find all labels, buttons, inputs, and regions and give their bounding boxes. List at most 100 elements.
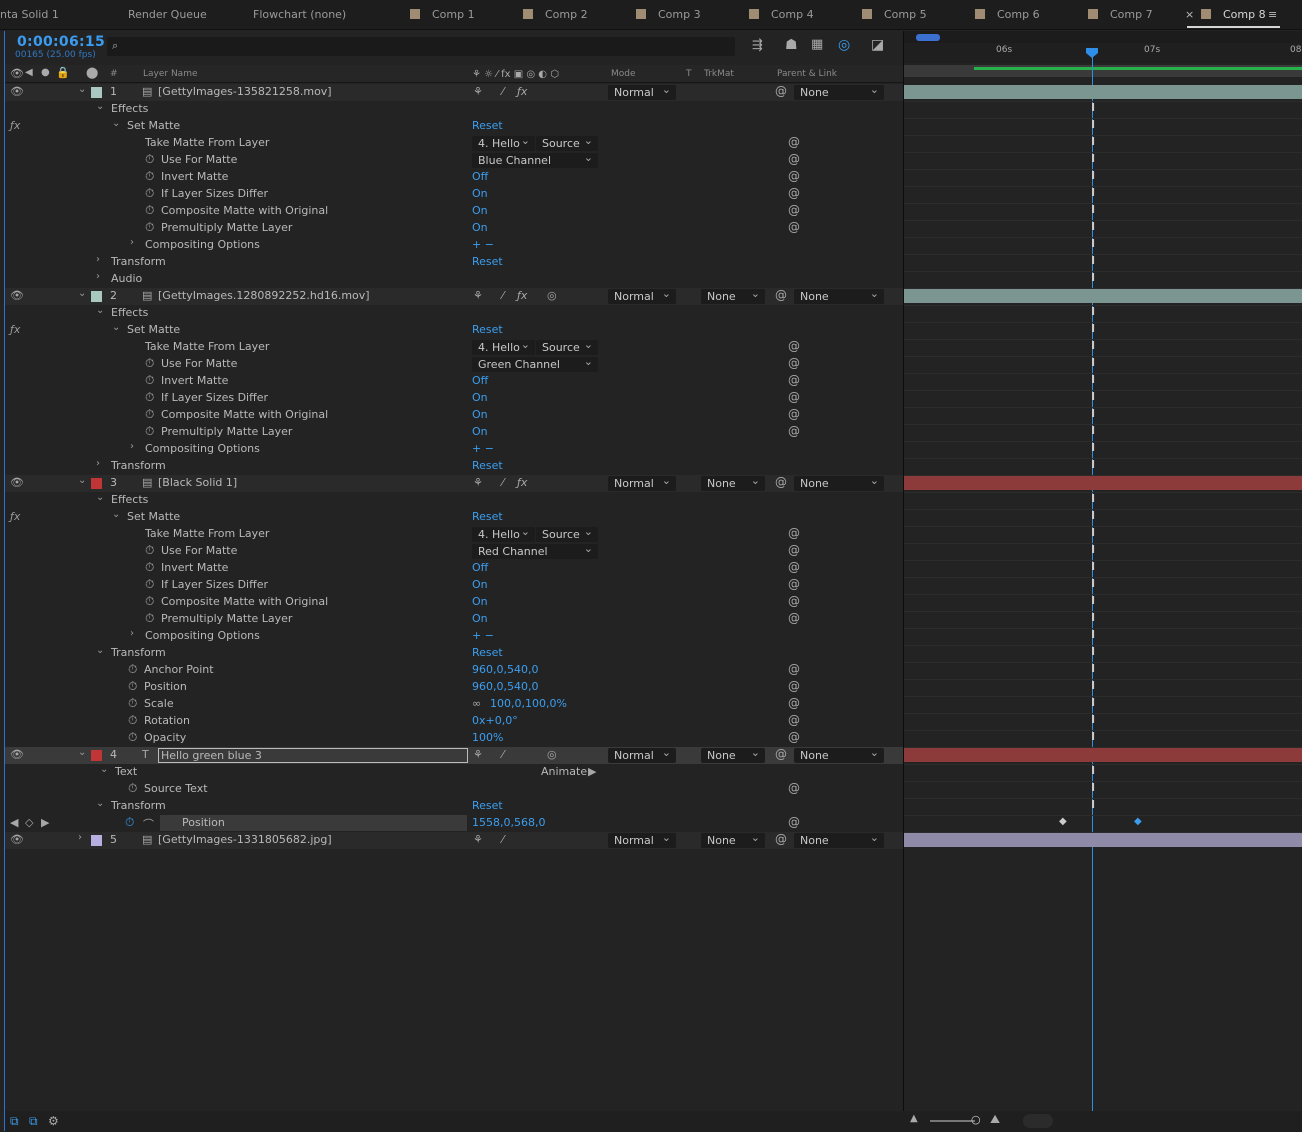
chevron-right-icon[interactable]: › <box>130 237 134 248</box>
graph-icon[interactable]: ⌒ <box>143 816 154 832</box>
frame-blend-icon[interactable]: ▦ <box>811 37 823 52</box>
effects-switch-icon[interactable]: ƒx <box>517 85 527 98</box>
time-ruler[interactable]: 06s 07s 08 <box>904 43 1302 63</box>
eye-icon[interactable]: 👁 <box>10 833 24 846</box>
fx-icon[interactable]: ƒx <box>10 119 20 132</box>
stopwatch-icon[interactable]: ⏱ <box>145 577 154 592</box>
transfer-controls-icon[interactable]: ⧉ <box>29 1114 38 1129</box>
eye-icon[interactable]: 👁 <box>10 748 24 761</box>
stopwatch-icon[interactable]: ⏱ <box>145 169 154 184</box>
chevron-down-icon[interactable]: ⌄ <box>78 84 86 95</box>
pickwhip-icon[interactable]: @ <box>788 577 800 591</box>
animate-label[interactable]: Animate: <box>541 765 591 778</box>
zoom-out-icon[interactable]: ▲ <box>910 1113 918 1124</box>
stopwatch-icon[interactable]: ⏱ <box>128 730 137 745</box>
close-icon[interactable]: × <box>1185 8 1194 21</box>
chevron-down-icon[interactable]: ⌄ <box>78 288 86 299</box>
source-dropdown[interactable]: Source <box>536 337 598 355</box>
tab-comp-4[interactable]: Comp 4 <box>749 0 814 30</box>
stopwatch-icon[interactable]: ⏱ <box>145 594 154 609</box>
nav-handle[interactable] <box>916 34 940 41</box>
layer-sizes-differ-value[interactable]: On <box>472 391 488 404</box>
layer-duration-bar[interactable] <box>904 833 1302 847</box>
pickwhip-icon[interactable]: @ <box>788 339 800 353</box>
layer-dropdown[interactable]: 4. Hello <box>472 133 535 151</box>
stopwatch-icon[interactable]: ⏱ <box>145 560 154 575</box>
quality-switch-icon[interactable]: ⁄ <box>502 748 504 761</box>
tab-comp-7[interactable]: Comp 7 <box>1088 0 1153 30</box>
prev-keyframe-icon[interactable]: ◀ <box>10 816 18 829</box>
source-dropdown[interactable]: Source <box>536 524 598 542</box>
collapse-switch-icon[interactable]: ⚘ <box>473 833 483 846</box>
layer-name[interactable]: [GettyImages-1331805682.jpg] <box>158 833 332 846</box>
pickwhip-icon[interactable]: @ <box>788 662 800 676</box>
pickwhip-icon[interactable]: @ <box>788 407 800 421</box>
label-color-swatch[interactable] <box>91 750 102 761</box>
trkmat-dropdown[interactable]: None <box>701 745 765 763</box>
pickwhip-icon[interactable]: @ <box>788 203 800 217</box>
layer-name[interactable]: [GettyImages-135821258.mov] <box>158 85 332 98</box>
stopwatch-active-icon[interactable]: ⏱ <box>125 815 134 830</box>
stopwatch-icon[interactable]: ⏱ <box>145 373 154 388</box>
parent-pickwhip-icon[interactable]: @ <box>775 84 787 98</box>
pickwhip-icon[interactable]: @ <box>788 186 800 200</box>
stopwatch-icon[interactable]: ⏱ <box>145 203 154 218</box>
parent-dropdown[interactable]: None <box>794 473 884 491</box>
stopwatch-icon[interactable]: ⏱ <box>145 611 154 626</box>
composite-matte-value[interactable]: On <box>472 204 488 217</box>
pickwhip-icon[interactable]: @ <box>788 356 800 370</box>
tab-comp-6[interactable]: Comp 6 <box>975 0 1040 30</box>
tab-render-queue[interactable]: Render Queue <box>128 0 207 30</box>
scale-value[interactable]: 100,0,100,0% <box>490 697 567 710</box>
keyframe-diamond-selected[interactable]: ◆ <box>1134 816 1142 827</box>
collapse-switch-icon[interactable]: ⚘ <box>473 85 483 98</box>
source-dropdown[interactable]: Source <box>536 133 598 151</box>
shy-icon[interactable]: ☗ <box>785 37 798 53</box>
chevron-right-icon[interactable]: › <box>96 458 100 469</box>
render-time-icon[interactable]: ⚙ <box>48 1114 59 1128</box>
premultiply-matte-value[interactable]: On <box>472 612 488 625</box>
trkmat-dropdown[interactable]: None <box>701 473 765 491</box>
tab-comp-2[interactable]: Comp 2 <box>523 0 588 30</box>
collapse-switch-icon[interactable]: ⚘ <box>473 748 483 761</box>
anchor-point-value[interactable]: 960,0,540,0 <box>472 663 538 676</box>
mode-dropdown[interactable]: Normal <box>608 745 676 763</box>
layer-dropdown[interactable]: 4. Hello <box>472 337 535 355</box>
tab-comp-3[interactable]: Comp 3 <box>636 0 701 30</box>
chevron-right-icon[interactable]: › <box>96 271 100 282</box>
stopwatch-icon[interactable]: ⏱ <box>128 696 137 711</box>
pickwhip-icon[interactable]: @ <box>788 781 800 795</box>
compositing-options-value[interactable]: + − <box>472 629 494 642</box>
layer-name-header[interactable]: Layer Name <box>143 69 198 79</box>
animate-menu-icon[interactable]: ▶ <box>588 765 596 778</box>
layer-duration-bar[interactable] <box>904 85 1302 99</box>
quality-switch-icon[interactable]: ⁄ <box>502 476 504 489</box>
chevron-right-icon[interactable]: › <box>78 832 82 843</box>
parent-dropdown[interactable]: None <box>794 82 884 100</box>
compositing-options-value[interactable]: + − <box>472 442 494 455</box>
mode-dropdown[interactable]: Normal <box>608 473 676 491</box>
channel-dropdown[interactable]: Blue Channel <box>472 150 598 168</box>
chevron-down-icon[interactable]: ⌄ <box>96 798 104 809</box>
stopwatch-icon[interactable]: ⏱ <box>145 424 154 439</box>
effects-switch-icon[interactable]: ƒx <box>517 289 527 302</box>
zoom-slider-handle[interactable]: ○ <box>971 1113 981 1126</box>
label-color-swatch[interactable] <box>91 291 102 302</box>
quality-switch-icon[interactable]: ⁄ <box>502 289 504 302</box>
chevron-down-icon[interactable]: ⌄ <box>100 764 108 775</box>
current-time[interactable]: 0:00:06:15 <box>17 34 105 50</box>
layer-sizes-differ-value[interactable]: On <box>472 578 488 591</box>
pickwhip-icon[interactable]: @ <box>788 815 800 829</box>
layer-name[interactable]: Hello green blue 3 <box>158 748 468 763</box>
chevron-down-icon[interactable]: ⌄ <box>96 645 104 656</box>
parent-pickwhip-icon[interactable]: @ <box>775 747 787 761</box>
tab-comp-5[interactable]: Comp 5 <box>862 0 927 30</box>
position-value[interactable]: 1558,0,568,0 <box>472 816 545 829</box>
premultiply-matte-value[interactable]: On <box>472 221 488 234</box>
layer-duration-bar[interactable] <box>904 748 1302 762</box>
invert-matte-value[interactable]: Off <box>472 170 488 183</box>
invert-matte-value[interactable]: Off <box>472 561 488 574</box>
pickwhip-icon[interactable]: @ <box>788 152 800 166</box>
collapse-switch-icon[interactable]: ⚘ <box>473 289 483 302</box>
parent-dropdown[interactable]: None <box>794 745 884 763</box>
